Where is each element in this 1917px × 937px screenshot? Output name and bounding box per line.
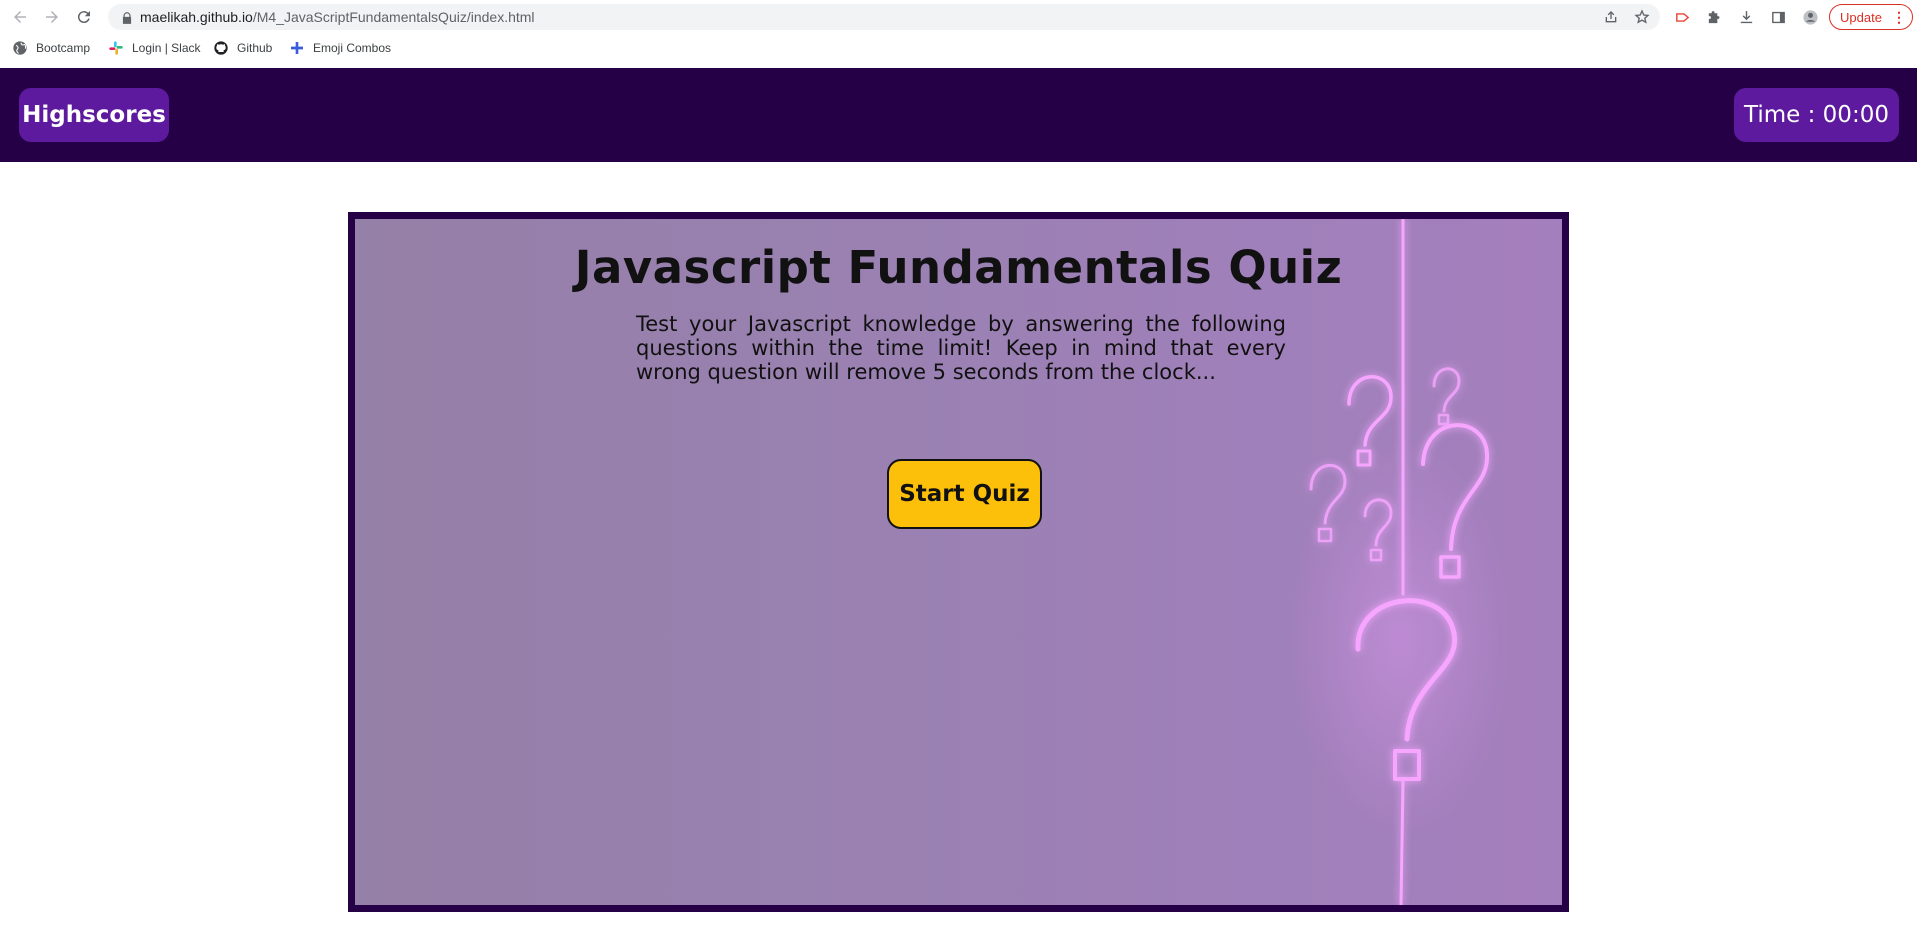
globe-icon [12,40,28,56]
back-button[interactable] [9,6,31,28]
forward-button[interactable] [41,6,63,28]
browser-toolbar: maelikah.github.io/M4_JavaScriptFundamen… [0,0,1917,34]
slack-icon [108,40,124,56]
bookmark-label: Emoji Combos [313,41,392,55]
bookmark-emoji-combos[interactable]: Emoji Combos [289,40,391,56]
url-path: /M4_JavaScriptFundamentalsQuiz/index.htm… [252,9,535,25]
address-bar[interactable]: maelikah.github.io/M4_JavaScriptFundamen… [108,4,1660,30]
start-quiz-button[interactable]: Start Quiz [887,459,1042,529]
arrow-right-icon [46,11,58,23]
url-text[interactable]: maelikah.github.io/M4_JavaScriptFundamen… [140,9,535,25]
bookmark-slack[interactable]: Login | Slack [108,40,201,56]
reload-button[interactable] [73,6,95,28]
bookmarks-bar: Bootcamp Login | Slack Github Emoji Comb… [0,34,1917,64]
arrow-left-icon [14,11,26,23]
lock-icon [120,10,134,24]
update-label: Update [1840,9,1882,25]
recording-icon[interactable] [1672,7,1692,27]
quiz-card: Javascript Fundamentals Quiz Test your J… [348,212,1569,912]
bookmark-label: Github [237,41,273,55]
quiz-title: Javascript Fundamentals Quiz [574,241,1343,294]
site-header: Highscores Time : 00:00 [0,68,1917,162]
share-icon[interactable] [1603,9,1619,25]
plus-icon [289,40,305,56]
bookmark-label: Bootcamp [36,41,91,55]
timer-display: Time : 00:00 [1734,88,1899,142]
url-host: maelikah.github.io [140,9,253,25]
extensions-icon[interactable] [1704,7,1724,27]
bookmark-bootcamp[interactable]: Bootcamp [12,40,90,56]
side-panel-icon[interactable] [1768,7,1788,27]
update-button[interactable]: Update ⋮ [1829,4,1913,30]
github-icon [213,40,229,56]
bookmark-github[interactable]: Github [213,40,272,56]
highscores-button[interactable]: Highscores [19,88,169,142]
profile-icon[interactable] [1800,7,1820,27]
bookmark-label: Login | Slack [132,41,201,55]
reload-icon [77,11,90,24]
more-menu-icon[interactable]: ⋮ [1892,8,1906,26]
quiz-description: Test your Javascript knowledge by answer… [636,312,1286,384]
star-icon[interactable] [1634,9,1650,25]
download-icon[interactable] [1736,7,1756,27]
quiz-card-body: Javascript Fundamentals Quiz Test your J… [355,219,1562,905]
